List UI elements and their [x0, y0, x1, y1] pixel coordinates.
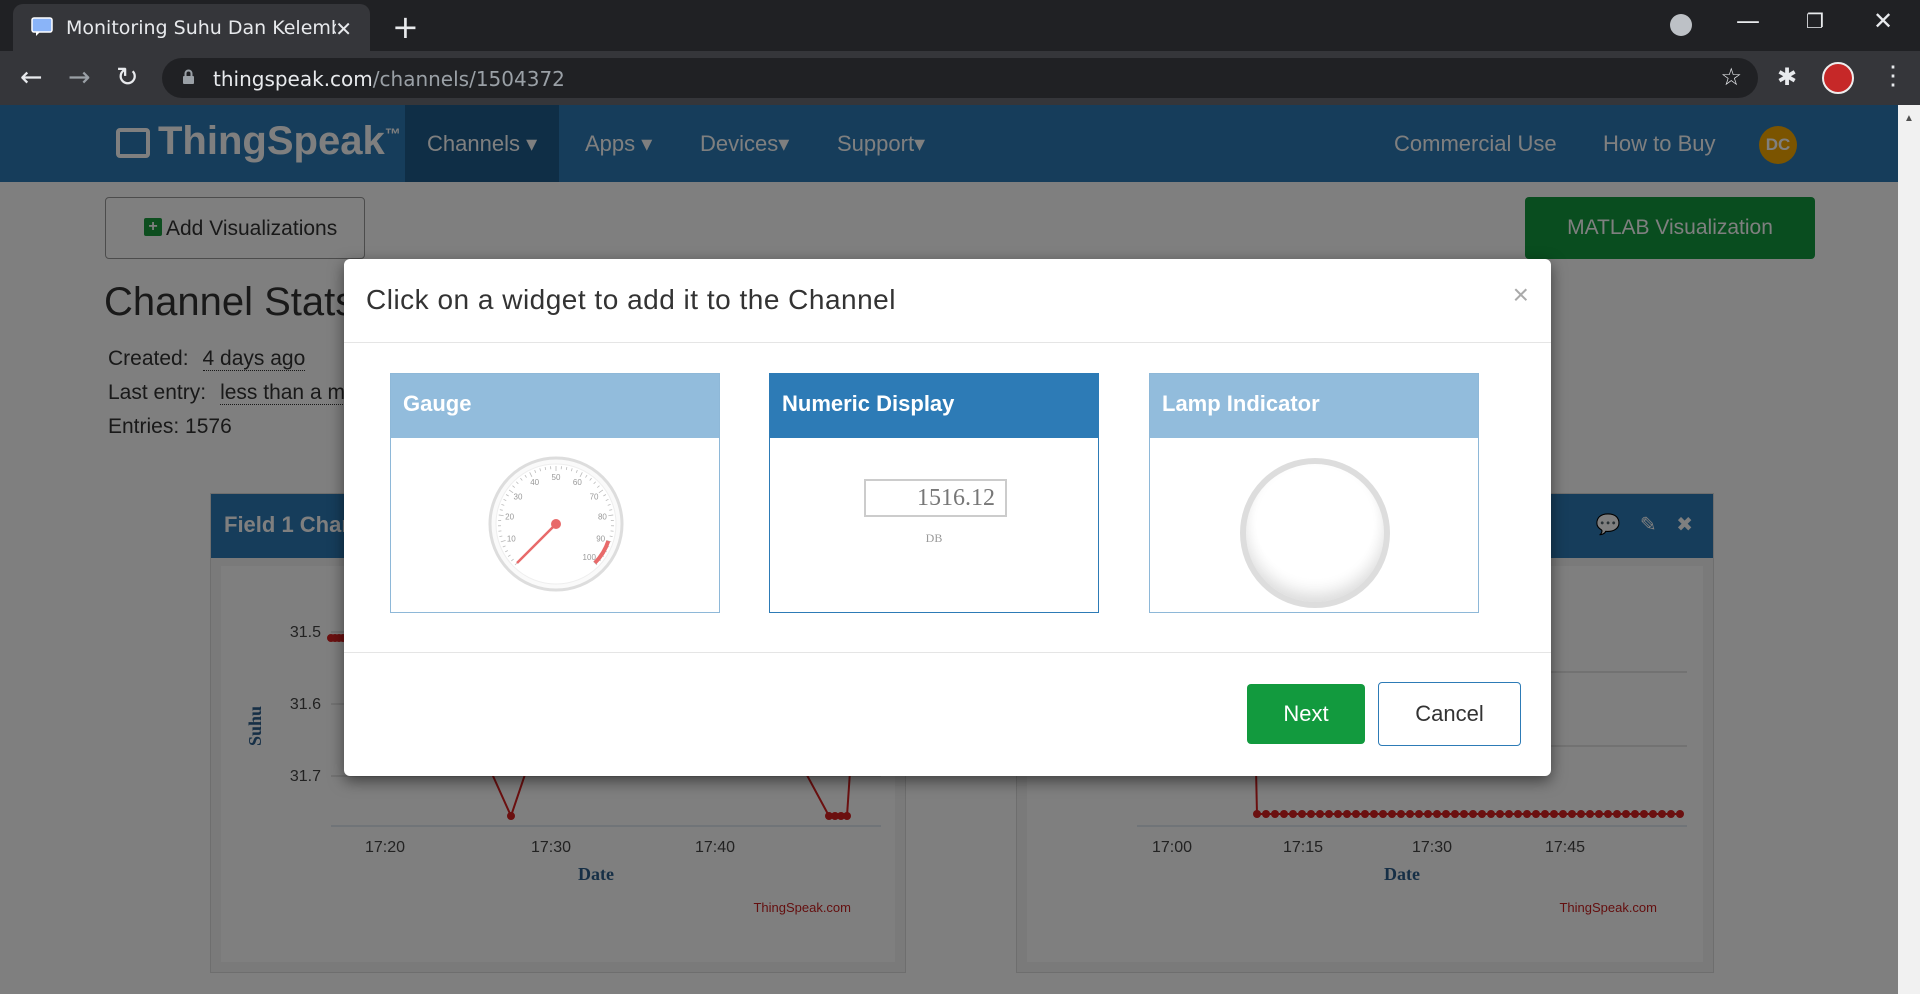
web-page: ThingSpeak™ Channels ▾ Apps ▾ Devices▾ S…	[0, 105, 1898, 994]
gauge-tick-label: 10	[507, 535, 516, 544]
widget-gauge[interactable]: Gauge 10 20 30 40 50 60 70 80 90 100	[390, 373, 720, 613]
gauge-tick-label: 80	[598, 513, 607, 522]
reload-icon[interactable]: ↻	[116, 62, 139, 93]
modal-close-icon[interactable]: ×	[1513, 279, 1529, 311]
page-scrollbar[interactable]: ▲	[1898, 105, 1920, 994]
widget-gauge-label: Gauge	[391, 374, 719, 438]
divider	[344, 652, 1551, 653]
gauge-preview: 102030405060708090100	[488, 456, 624, 592]
next-button[interactable]: Next	[1247, 684, 1365, 744]
browser-tab[interactable]: Monitoring Suhu Dan Kelembapan ✕	[13, 4, 370, 51]
widget-lamp-indicator-label: Lamp Indicator	[1150, 374, 1478, 438]
gauge-tick-label: 20	[505, 513, 514, 522]
extensions-icon[interactable]: ✱	[1777, 63, 1797, 92]
gauge-tick-label: 70	[590, 492, 599, 501]
tab-title: Monitoring Suhu Dan Kelembapan	[66, 17, 336, 39]
url-text: thingspeak.com/channels/1504372	[213, 67, 565, 91]
back-icon[interactable]: ←	[20, 62, 43, 93]
gauge-tick-label: 40	[530, 478, 539, 487]
forward-icon[interactable]: →	[68, 62, 91, 93]
restore-icon[interactable]: ❐	[1806, 9, 1824, 33]
gauge-tick-label: 60	[573, 478, 582, 487]
gauge-tick-label: 30	[514, 492, 523, 501]
scroll-up-icon[interactable]: ▲	[1904, 113, 1914, 124]
tab-close-icon[interactable]: ✕	[335, 17, 352, 42]
gauge-tick	[544, 466, 547, 471]
gauge-tick-label: 50	[552, 473, 561, 482]
widget-numeric-display-label: Numeric Display	[770, 374, 1098, 438]
chat-bubble-icon	[31, 17, 53, 36]
cancel-button[interactable]: Cancel	[1378, 682, 1521, 746]
address-bar[interactable]: thingspeak.com/channels/1504372 ☆	[162, 58, 1758, 98]
add-widget-modal: Click on a widget to add it to the Chann…	[344, 259, 1551, 776]
browser-toolbar: ← → ↻ thingspeak.com/channels/1504372 ☆	[0, 51, 1920, 105]
widget-lamp-indicator[interactable]: Lamp Indicator	[1149, 373, 1479, 613]
new-tab-button[interactable]: +	[392, 8, 419, 46]
lamp-preview	[1240, 458, 1390, 608]
gauge-tick-label: 90	[596, 535, 605, 544]
lock-icon	[183, 69, 194, 84]
minimize-icon[interactable]: —	[1736, 7, 1760, 35]
bookmark-star-icon[interactable]: ☆	[1720, 63, 1742, 92]
gauge-tick	[565, 466, 568, 471]
divider	[344, 342, 1551, 343]
modal-title: Click on a widget to add it to the Chann…	[366, 284, 896, 315]
browser-tabstrip: Monitoring Suhu Dan Kelembapan ✕ + — ❐ ✕	[0, 0, 1920, 51]
profile-avatar[interactable]	[1822, 62, 1854, 94]
tab-search-icon[interactable]	[1670, 14, 1692, 36]
numeric-display-value: 1516.12	[864, 479, 1007, 517]
numeric-display-unit: DB	[925, 531, 943, 545]
gauge-hub	[551, 519, 561, 529]
widget-numeric-display[interactable]: Numeric Display 1516.12 DB	[769, 373, 1099, 613]
window-close-icon[interactable]: ✕	[1873, 7, 1893, 35]
browser-menu-icon[interactable]: ⋮	[1880, 60, 1906, 91]
